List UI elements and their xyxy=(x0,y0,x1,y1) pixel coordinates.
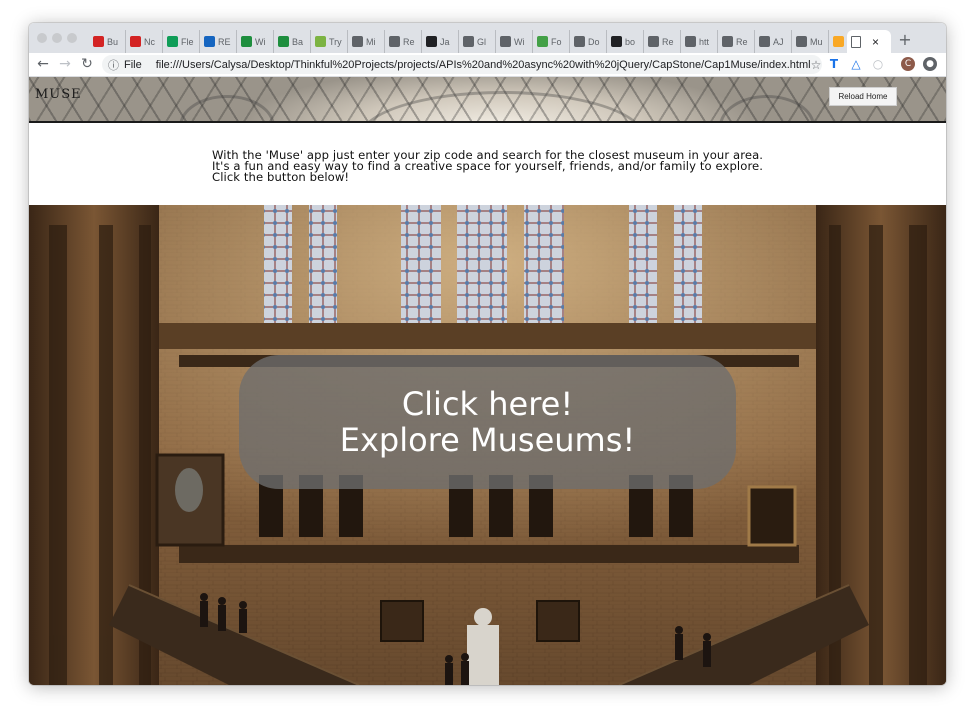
browser-tab[interactable]: Wi xyxy=(496,30,533,53)
bookmark-star-icon[interactable]: ☆ xyxy=(811,58,822,72)
cta-line-1: Click here! xyxy=(401,385,574,423)
tab-label: Try xyxy=(329,36,342,47)
site-header: MUSE Reload Home xyxy=(29,77,946,123)
reload-home-button[interactable]: Reload Home xyxy=(829,87,897,106)
forward-icon[interactable]: → xyxy=(57,55,73,73)
header-arch-decoration xyxy=(179,95,275,121)
browser-tab[interactable]: htt xyxy=(681,30,718,53)
green-app-icon xyxy=(315,36,326,47)
tab-label: Mi xyxy=(366,36,376,47)
document-icon xyxy=(759,36,770,47)
t-icon xyxy=(463,36,474,47)
browser-tab[interactable]: Fle xyxy=(163,30,200,53)
browser-tab[interactable]: bo xyxy=(607,30,644,53)
browser-toolbar: ← → ↻ ⓘ File file:///Users/Calysa/Deskto… xyxy=(29,53,946,77)
leaf-icon xyxy=(537,36,548,47)
extension-dark-icon[interactable]: ● xyxy=(923,57,937,71)
github-icon xyxy=(611,36,622,47)
back-icon[interactable]: ← xyxy=(35,55,51,73)
extension-drive-icon[interactable]: △ xyxy=(849,57,863,71)
explore-museums-button[interactable]: Click here! Explore Museums! xyxy=(239,355,736,489)
browser-tab[interactable]: Wi xyxy=(237,30,274,53)
settings-icon xyxy=(389,36,400,47)
extension-t-icon[interactable]: T xyxy=(827,57,841,71)
settings-icon xyxy=(648,36,659,47)
header-arch-decoration xyxy=(719,95,815,121)
tab-label: Ba xyxy=(292,36,304,47)
document-icon xyxy=(352,36,363,47)
sheets-dark-icon xyxy=(278,36,289,47)
tab-label: Wi xyxy=(255,36,266,47)
document-icon xyxy=(851,35,861,48)
tab-label: Re xyxy=(662,36,674,47)
sheets-icon xyxy=(167,36,178,47)
yelp-icon xyxy=(93,36,104,47)
browser-tab[interactable]: Do xyxy=(570,30,607,53)
warning-icon xyxy=(833,36,844,47)
page-viewport: MUSE Reload Home With the 'Muse' app jus… xyxy=(29,77,946,685)
tab-label: Re xyxy=(403,36,415,47)
browser-tab[interactable]: Ba xyxy=(274,30,311,53)
tab-label: Ja xyxy=(440,36,450,47)
browser-tab[interactable]: AJ xyxy=(755,30,792,53)
document-icon xyxy=(796,36,807,47)
tab-label: Mu xyxy=(810,36,823,47)
scheme-label: File xyxy=(124,58,142,71)
tab-label: htt xyxy=(699,36,710,47)
browser-tab[interactable]: Gl xyxy=(459,30,496,53)
browser-window: Bu Nc Fle RE Wi Ba Try Mi Re Ja Gl Wi Fo Do bo Re htt Re A… xyxy=(29,23,946,685)
header-arch-decoration xyxy=(359,91,645,121)
browser-tab[interactable]: Re xyxy=(644,30,681,53)
settings-icon xyxy=(722,36,733,47)
site-logo[interactable]: MUSE xyxy=(35,87,82,102)
tab-label: bo xyxy=(625,36,636,47)
stained-glass-windows xyxy=(264,205,702,323)
tab-label: RE xyxy=(218,36,231,47)
sheets-dark-icon xyxy=(241,36,252,47)
document-icon xyxy=(685,36,696,47)
browser-tab[interactable]: Try xyxy=(311,30,348,53)
browser-tab[interactable]: Nc xyxy=(126,30,163,53)
browser-tab[interactable]: Re xyxy=(385,30,422,53)
tab-label: Wi xyxy=(514,36,525,47)
avatar[interactable]: C xyxy=(901,57,915,71)
close-window-dot[interactable] xyxy=(37,33,47,43)
browser-tab[interactable]: Ja xyxy=(422,30,459,53)
t-icon xyxy=(574,36,585,47)
tab-label: Re xyxy=(736,36,748,47)
info-icon[interactable]: ⓘ xyxy=(108,57,119,73)
tab-label: Gl xyxy=(477,36,486,47)
tab-active[interactable]: × xyxy=(847,30,891,53)
tab-label: Bu xyxy=(107,36,119,47)
cta-line-2: Explore Museums! xyxy=(339,421,636,459)
extension-grey-icon[interactable]: ○ xyxy=(871,57,885,71)
browser-tab[interactable]: Bu xyxy=(89,30,126,53)
tab-close-icon[interactable]: × xyxy=(872,35,879,49)
hero-museum-image: Click here! Explore Museums! xyxy=(29,205,946,685)
grid-icon xyxy=(500,36,511,47)
reload-icon[interactable]: ↻ xyxy=(79,55,95,73)
tab-label: Fo xyxy=(551,36,562,47)
tab-strip: Bu Nc Fle RE Wi Ba Try Mi Re Ja Gl Wi Fo Do bo Re htt Re A… xyxy=(29,23,946,53)
tab-label: Fle xyxy=(181,36,194,47)
tab-label: Nc xyxy=(144,36,155,47)
new-tab-button[interactable]: + xyxy=(897,30,913,50)
browser-tab[interactable]: Fo xyxy=(533,30,570,53)
tab-label: AJ xyxy=(773,36,784,47)
browser-tab[interactable]: RE xyxy=(200,30,237,53)
browser-tab[interactable]: Mi xyxy=(348,30,385,53)
d-icon xyxy=(204,36,215,47)
minimize-window-dot[interactable] xyxy=(52,33,62,43)
yelp-icon xyxy=(130,36,141,47)
browser-tab[interactable]: Re xyxy=(718,30,755,53)
intro-text: With the 'Muse' app just enter your zip … xyxy=(212,148,764,184)
url-text[interactable]: file:///Users/Calysa/Desktop/Thinkful%20… xyxy=(156,59,811,71)
tab-label: Do xyxy=(588,36,600,47)
browser-tab[interactable]: Mu xyxy=(792,30,829,53)
address-bar[interactable]: ⓘ File file:///Users/Calysa/Desktop/Thin… xyxy=(102,55,822,74)
github-icon xyxy=(426,36,437,47)
zoom-window-dot[interactable] xyxy=(67,33,77,43)
